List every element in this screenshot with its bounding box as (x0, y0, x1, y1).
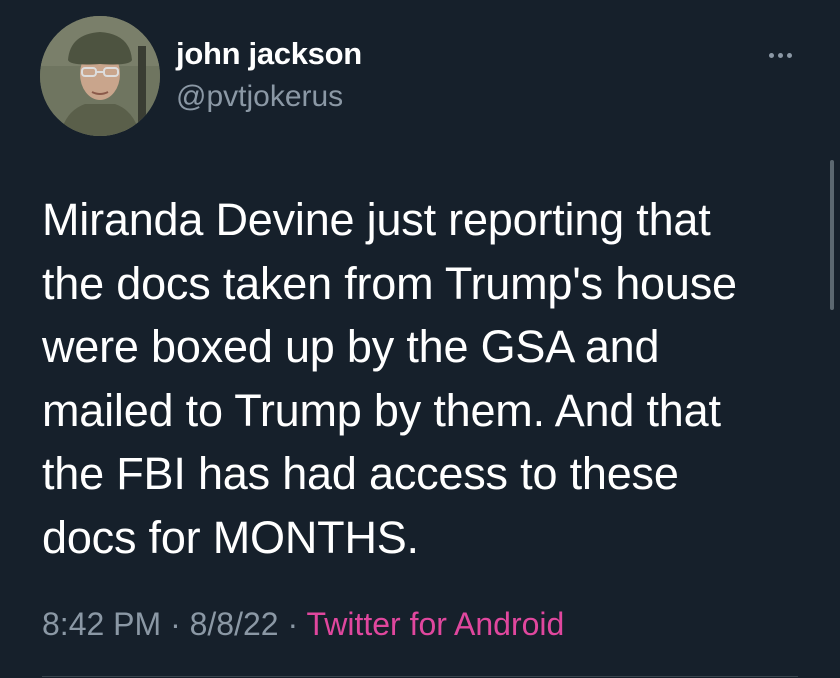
divider (42, 676, 798, 677)
tweet-text: Miranda Devine just reporting that the d… (42, 194, 737, 563)
more-dot (786, 52, 792, 58)
author-display-name[interactable]: john jackson (176, 36, 362, 72)
more-dot (768, 52, 774, 58)
more-dot (777, 52, 783, 58)
tweet-time[interactable]: 8:42 PM (42, 606, 161, 642)
more-horizontal-icon[interactable] (762, 45, 798, 65)
avatar-image (40, 16, 160, 136)
tweet-date[interactable]: 8/8/22 (190, 606, 279, 642)
meta-separator: · (170, 606, 181, 642)
author-handle[interactable]: @pvtjokerus (176, 80, 343, 114)
scrollbar[interactable] (830, 160, 834, 310)
tweet-meta: 8:42 PM · 8/8/22 · Twitter for Android (42, 606, 564, 643)
tweet-source-link[interactable]: Twitter for Android (306, 606, 564, 642)
avatar[interactable] (40, 16, 160, 136)
meta-separator: · (287, 606, 299, 642)
